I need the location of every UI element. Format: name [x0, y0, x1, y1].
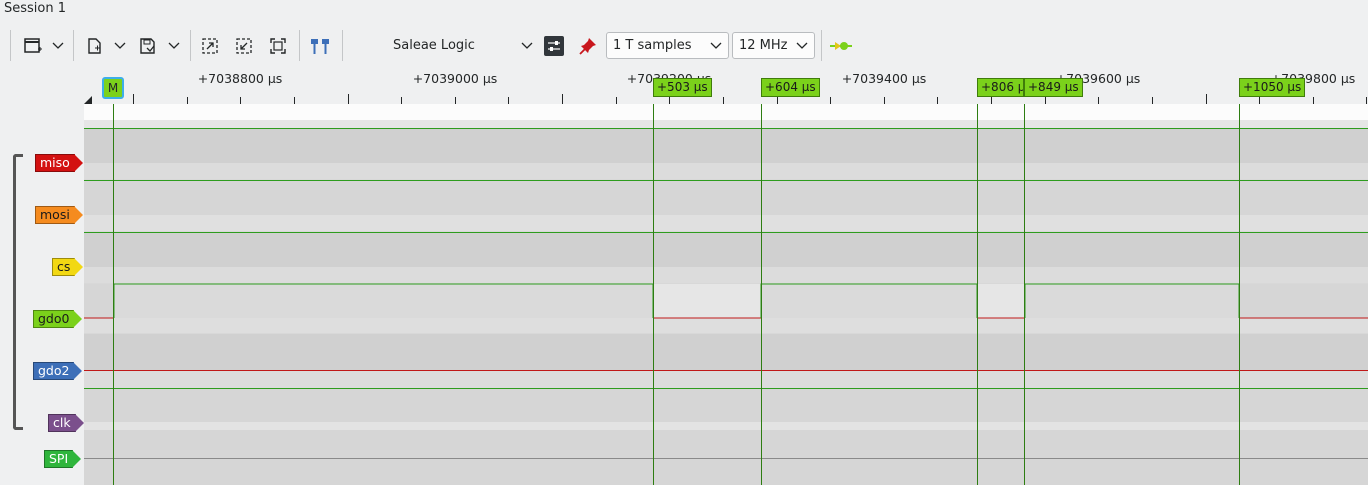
marker-line[interactable] [761, 104, 762, 485]
zoom-to-selection-button[interactable] [198, 34, 222, 58]
ruler-tick [1313, 97, 1314, 104]
channel-label-spi[interactable]: SPI [44, 450, 82, 468]
channel-label-miso[interactable]: miso [35, 154, 83, 172]
time-ruler[interactable]: +7038800 µs +7039000 µs +7039200 µs +703… [84, 68, 1368, 104]
device-select-chevron[interactable] [518, 34, 536, 58]
marker-line[interactable] [1024, 104, 1025, 485]
gdo2-signal [84, 370, 1368, 371]
channel-label-gdo2[interactable]: gdo2 [33, 362, 84, 380]
toolbar-grip[interactable] [10, 30, 11, 61]
main-marker[interactable]: M [102, 77, 124, 99]
channel-label-mosi[interactable]: mosi [35, 206, 83, 224]
save-button[interactable] [135, 34, 159, 58]
save-menu-chevron[interactable] [166, 34, 182, 58]
marker-flag[interactable]: +849 µs [1024, 78, 1083, 97]
ruler-tick [455, 97, 456, 104]
samples-value: 1 T samples [613, 38, 692, 53]
main-marker-line[interactable] [113, 104, 114, 485]
ruler-label: +7039000 µs [412, 71, 498, 86]
device-select[interactable]: Saleae Logic [393, 38, 475, 53]
waveform-area[interactable] [84, 104, 1368, 485]
new-file-icon [88, 38, 101, 54]
file-menu-chevron[interactable] [112, 34, 128, 58]
ruler-label: +7038800 µs [197, 71, 283, 86]
zoom-fit-icon [270, 38, 286, 54]
ruler-tick [240, 97, 241, 104]
ruler-tick [1206, 94, 1207, 104]
ruler-tick [294, 97, 295, 104]
marker-flag[interactable]: +604 µs [761, 78, 820, 97]
ruler-tick [937, 97, 938, 104]
spi-decode-line [84, 458, 1368, 459]
waveform-top-gap [84, 104, 1368, 120]
chevron-down-icon [521, 42, 533, 49]
miso-signal [84, 128, 1368, 129]
rate-select[interactable]: 12 MHz [732, 32, 815, 59]
ruler-tick [187, 97, 188, 104]
settings-sliders-icon [544, 36, 564, 56]
ruler-tick [133, 94, 134, 104]
ruler-tick [723, 97, 724, 104]
channel-label-gdo0[interactable]: gdo0 [33, 310, 84, 328]
marker-flag[interactable]: +806 µs [977, 78, 1024, 97]
ruler-tick [1366, 97, 1367, 104]
zoom-out-button[interactable] [232, 34, 256, 58]
new-file-button[interactable] [82, 34, 106, 58]
ruler-tick [1152, 97, 1153, 104]
gdo0-signal [84, 283, 1368, 319]
ruler-tick [1259, 97, 1260, 104]
chevron-down-icon [168, 42, 180, 49]
chevron-down-icon [52, 42, 64, 49]
save-icon [140, 38, 155, 54]
ruler-tick [1045, 97, 1046, 104]
window-menu-chevron[interactable] [50, 34, 66, 58]
ruler-start-triangle [84, 96, 92, 104]
zoom-fit-button[interactable] [266, 34, 290, 58]
ruler-tick [348, 94, 349, 104]
ruler-label: +7039400 µs [841, 71, 927, 86]
samples-select[interactable]: 1 T samples [606, 32, 729, 59]
ruler-tick [401, 97, 402, 104]
rate-value: 12 MHz [739, 38, 788, 53]
toolbar: Saleae Logic 1 T samples 12 MHz [0, 27, 1368, 65]
ruler-tick [830, 97, 831, 104]
ruler-tick [884, 97, 885, 104]
new-window-button[interactable] [20, 34, 46, 58]
window-title: Session 1 [4, 1, 67, 16]
chevron-down-icon [796, 42, 808, 49]
device-settings-button[interactable] [543, 34, 565, 58]
marker-pair-icon [311, 39, 329, 54]
start-capture-button[interactable] [829, 34, 853, 58]
marker-flag[interactable]: +1050 µs [1239, 78, 1306, 97]
marker-flag[interactable]: +503 µs [653, 78, 712, 97]
ruler-tick [1098, 97, 1099, 104]
capture-icon [830, 42, 852, 50]
mosi-signal [84, 180, 1368, 181]
marker-line[interactable] [1239, 104, 1240, 485]
trigger-button[interactable] [577, 34, 599, 58]
markers-button[interactable] [307, 34, 333, 58]
ruler-tick [562, 94, 563, 104]
cs-signal [84, 232, 1368, 233]
chevron-down-icon [114, 42, 126, 49]
ruler-tick [669, 97, 670, 104]
marker-line[interactable] [653, 104, 654, 485]
window-icon [24, 38, 42, 53]
channel-label-cs[interactable]: cs [52, 258, 84, 276]
ruler-tick [508, 97, 509, 104]
zoom-out-icon [236, 38, 252, 54]
zoom-selection-icon [202, 38, 218, 54]
chevron-down-icon [710, 42, 722, 49]
channel-label-clk[interactable]: clk [48, 414, 84, 432]
channel-group-bracket[interactable] [13, 154, 23, 430]
pin-icon [579, 38, 596, 55]
ruler-tick [616, 97, 617, 104]
marker-line[interactable] [977, 104, 978, 485]
clk-signal [84, 388, 1368, 389]
